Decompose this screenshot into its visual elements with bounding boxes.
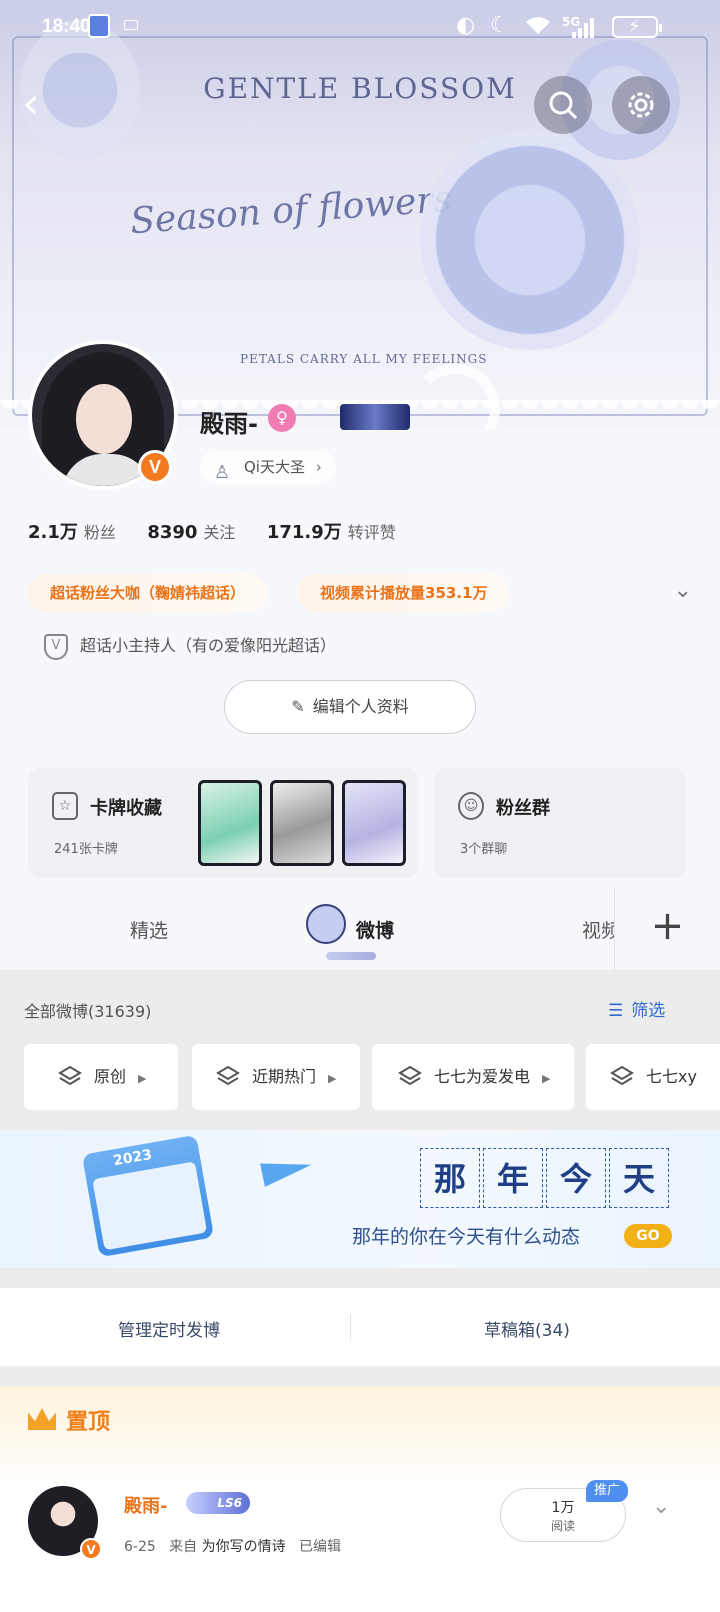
chevron-down-icon[interactable]: ⌄ (674, 578, 692, 603)
calendar-icon: 2023 (81, 1134, 215, 1258)
caret-right-icon: ▶ (542, 1072, 551, 1085)
profile-stats: 2.1万 粉丝 8390 关注 171.9万 转评赞 (28, 518, 422, 544)
honor-badge[interactable]: 超话粉丝大咖（鞠婧祎超话） (28, 574, 268, 612)
host-line-text: 超话小主持人（有の爱像阳光超话） (80, 636, 337, 655)
edit-profile-button[interactable]: ✎ 编辑个人资料 (224, 680, 476, 734)
profile-tabs: 精选 微博 视频 (0, 888, 720, 970)
card-collection[interactable]: ☆ 卡牌收藏 241张卡牌 (28, 768, 418, 878)
layers-icon (398, 1065, 422, 1086)
card-thumbnail (342, 780, 406, 866)
on-this-day-subtitle: 那年的你在今天有什么动态 (352, 1226, 581, 1248)
card-collection-title: 卡牌收藏 (90, 798, 162, 819)
status-bar: 18:40 ◐ ☾ 5G ⚡ (0, 0, 720, 56)
mascot-icon (306, 904, 346, 944)
tab-featured[interactable]: 精选 (130, 916, 168, 943)
gender-female-icon: ♀ (268, 404, 296, 432)
post-edited: 已编辑 (298, 1539, 341, 1555)
fan-group-title: 粉丝群 (496, 798, 550, 819)
tab-weibo[interactable]: 微博 (356, 916, 394, 943)
card-thumbnail (198, 780, 262, 866)
decoration-tag[interactable] (340, 404, 410, 430)
tab-indicator (326, 952, 376, 960)
card-icon: ☆ (52, 792, 78, 820)
username: 殿雨- (200, 410, 258, 438)
filter-icon: ☰ (608, 1001, 624, 1021)
shield-icon: V (44, 633, 68, 660)
paper-plane-icon (260, 1153, 314, 1187)
person-icon: ♙ (214, 462, 231, 483)
go-button[interactable]: GO (624, 1224, 672, 1248)
verified-badge: V (138, 450, 172, 484)
caret-right-icon: ▶ (138, 1072, 147, 1085)
host-line[interactable]: V 超话小主持人（有の爱像阳光超话） (44, 632, 336, 660)
stat-followers[interactable]: 2.1万 粉丝 (28, 518, 116, 544)
promote-tag[interactable]: 推广 (586, 1480, 628, 1502)
layers-icon (58, 1065, 82, 1086)
post-source[interactable]: 为你写の情诗 (202, 1539, 286, 1555)
wifi-icon (524, 14, 552, 42)
fan-group-sub: 3个群聊 (460, 842, 508, 857)
hd-icon (124, 20, 138, 30)
filter-chip-original[interactable]: 原创 ▶ (24, 1044, 178, 1110)
post-meta: 6-25 来自 为你写の情诗 已编辑 (124, 1536, 341, 1556)
settings-button[interactable] (612, 76, 670, 134)
on-this-day-title: 那年今天 (420, 1148, 672, 1208)
pinned-label: 置顶 (66, 1410, 111, 1435)
sim-icon (88, 14, 110, 38)
verified-badge: V (80, 1538, 102, 1560)
battery-icon: ⚡ (612, 16, 662, 38)
all-posts-count: 全部微博(31639) (24, 1002, 152, 1021)
add-tab-button[interactable]: + (614, 888, 720, 970)
layers-icon (610, 1065, 634, 1086)
filter-button[interactable]: ☰ 筛选 (608, 996, 665, 1021)
honor-row: 超话粉丝大咖（鞠婧祎超话） 视频累计播放量353.1万 (28, 574, 692, 614)
fan-group-card[interactable]: ☺ 粉丝群 3个群聊 (434, 768, 686, 878)
read-label: 阅读 (550, 1519, 575, 1533)
chevron-right-icon: › (315, 458, 322, 476)
filter-chip-qiqi-xy[interactable]: 七七xy (586, 1044, 720, 1110)
stat-interactions[interactable]: 171.9万 转评赞 (267, 518, 396, 544)
post-date: 6-25 (124, 1539, 156, 1555)
flower-decoration (420, 130, 640, 350)
caret-right-icon: ▶ (328, 1072, 337, 1085)
drafts-button[interactable]: 草稿箱(34) (484, 1316, 570, 1341)
stat-following[interactable]: 8390 关注 (147, 519, 235, 543)
group-icon: ☺ (458, 792, 484, 820)
pencil-icon: ✎ (291, 697, 305, 716)
card-thumbnail (270, 780, 334, 866)
title-chip[interactable]: ♙ Qi天大圣 › (200, 450, 336, 484)
scheduled-posts-button[interactable]: 管理定时发博 (118, 1316, 220, 1341)
signal-icon (572, 18, 596, 44)
pinned-post[interactable]: 置顶 V 殿雨- LS6 6-25 来自 为你写の情诗 已编辑 1万 阅读 推广… (0, 1386, 720, 1612)
filter-chip-qiqi-power[interactable]: 七七为爱发电 ▶ (372, 1044, 574, 1110)
title-chip-label: Qi天大圣 (244, 458, 305, 476)
divider (350, 1314, 351, 1340)
filter-chip-recent-hot[interactable]: 近期热门 ▶ (192, 1044, 360, 1110)
chevron-down-icon[interactable]: ⌄ (652, 1494, 670, 1519)
crown-icon (28, 1408, 56, 1430)
honor-badge[interactable]: 视频累计播放量353.1万 (298, 574, 510, 612)
card-collection-sub: 241张卡牌 (54, 842, 118, 857)
layers-icon (216, 1065, 240, 1086)
manage-row: 管理定时发博 草稿箱(34) (0, 1288, 720, 1366)
level-badge: LS6 (186, 1492, 250, 1514)
moon-icon: ☾ (490, 13, 510, 38)
search-button[interactable] (534, 76, 592, 134)
back-icon[interactable]: ‹ (22, 82, 62, 128)
search-icon (549, 91, 578, 120)
post-author[interactable]: 殿雨- (124, 1492, 167, 1518)
data-saver-icon: ◐ (456, 13, 476, 38)
gear-icon (628, 92, 654, 118)
post-from: 来自 (169, 1539, 198, 1555)
status-time: 18:40 (42, 16, 91, 37)
